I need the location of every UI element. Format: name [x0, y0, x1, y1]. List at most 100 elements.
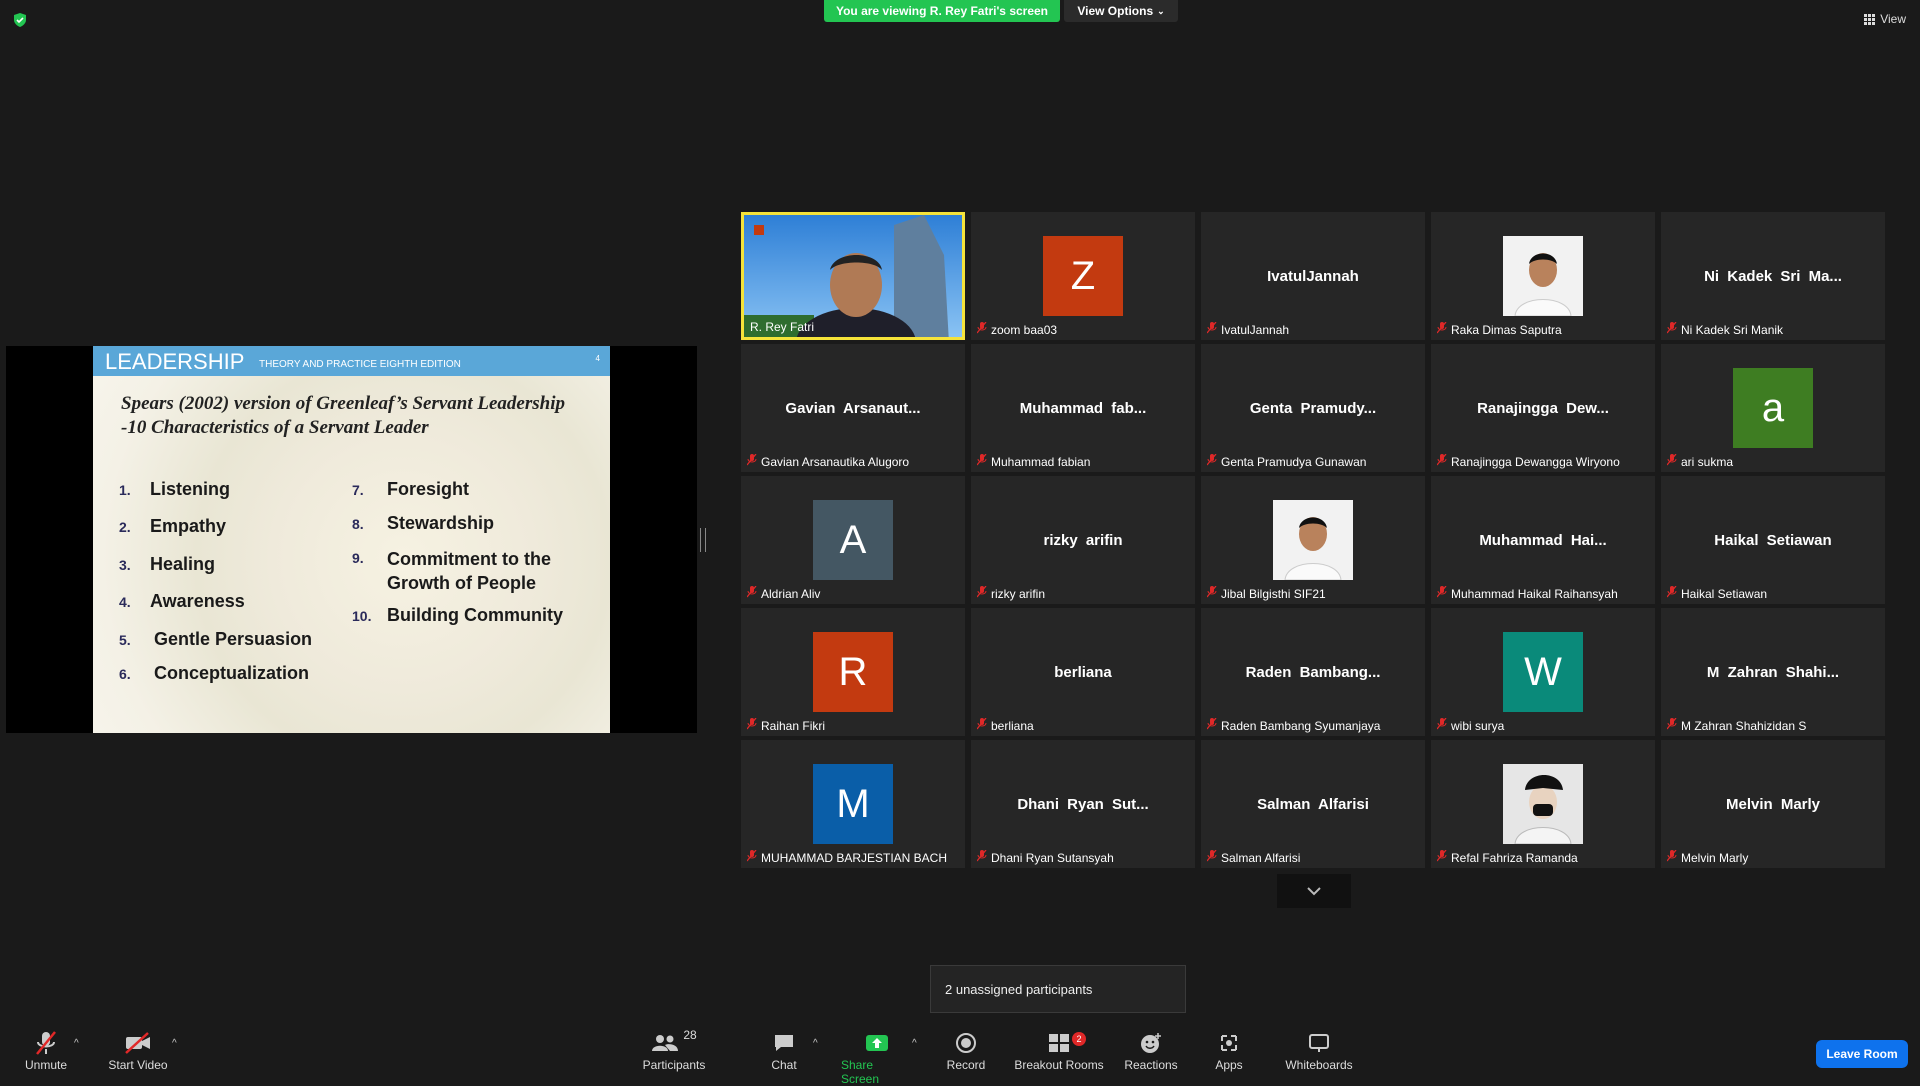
- microphone-muted-icon: [1206, 453, 1217, 469]
- microphone-muted-icon: [976, 849, 987, 865]
- share-screen-icon: [865, 1028, 889, 1058]
- video-options-caret[interactable]: ^: [172, 1038, 177, 1049]
- microphone-muted-icon: [1436, 585, 1447, 601]
- record-button[interactable]: Record: [944, 1028, 988, 1072]
- microphone-muted-icon: [746, 453, 757, 469]
- list-item: Stewardship: [387, 513, 495, 533]
- participant-tile[interactable]: rizky arifin rizky arifin: [971, 476, 1195, 604]
- participant-display-name: Melvin Marly: [1725, 795, 1821, 813]
- participant-tile[interactable]: Melvin Marly Melvin Marly: [1661, 740, 1885, 868]
- split-view-divider[interactable]: [700, 528, 706, 552]
- participant-tile[interactable]: Haikal Setiawan Haikal Setiawan: [1661, 476, 1885, 604]
- chat-label: Chat: [771, 1058, 797, 1072]
- participant-display-name: Ranajingga Dew...: [1477, 399, 1609, 417]
- participant-tile[interactable]: IvatulJannah IvatulJannah: [1201, 212, 1425, 340]
- participant-name-text: Jibal Bilgisthi SIF21: [1221, 586, 1326, 601]
- avatar: A: [813, 500, 893, 580]
- participant-name-text: wibi surya: [1451, 718, 1505, 733]
- participant-name-label: Jibal Bilgisthi SIF21: [1206, 585, 1326, 601]
- participant-tile[interactable]: Raden Bambang... Raden Bambang Syumanjaya: [1201, 608, 1425, 736]
- participant-name-text: Gavian Arsanautika Alugoro: [761, 454, 910, 469]
- audio-options-caret[interactable]: ^: [74, 1038, 79, 1049]
- whiteboards-button[interactable]: Whiteboards: [1284, 1028, 1354, 1072]
- participant-tile[interactable]: berliana berliana: [971, 608, 1195, 736]
- participant-display-name: Genta Pramudy...: [1249, 399, 1377, 417]
- participant-tile[interactable]: Zzoom baa03: [971, 212, 1195, 340]
- unmute-label: Unmute: [24, 1058, 68, 1072]
- participant-display-name: Muhammad fab...: [1019, 399, 1147, 417]
- share-screen-button[interactable]: Share Screen: [841, 1028, 913, 1086]
- participant-display-name: Muhammad Hai...: [1479, 531, 1607, 549]
- start-video-button[interactable]: Start Video: [106, 1028, 170, 1072]
- participant-tile[interactable]: R Raihan Fikri: [741, 608, 965, 736]
- view-options-button[interactable]: View Options ⌄: [1064, 0, 1178, 22]
- participant-tile[interactable]: Refal Fahriza Ramanda: [1431, 740, 1655, 868]
- participant-tile[interactable]: M Zahran Shahi... M Zahran Shahizidan S: [1661, 608, 1885, 736]
- participant-tile[interactable]: Ni Kadek Sri Ma... Ni Kadek Sri Manik: [1661, 212, 1885, 340]
- participant-display-name: Gavian Arsanaut...: [785, 399, 921, 417]
- microphone-muted-icon: [34, 1028, 58, 1058]
- chat-options-caret[interactable]: ^: [813, 1038, 818, 1049]
- participant-tile[interactable]: Dhani Ryan Sut... Dhani Ryan Sutansyah: [971, 740, 1195, 868]
- list-item: Foresight: [387, 479, 470, 499]
- participants-button[interactable]: 28 Participants: [641, 1028, 707, 1072]
- camera-off-icon: [124, 1028, 152, 1058]
- participant-display-name: rizky arifin: [1043, 531, 1123, 549]
- participant-tile[interactable]: Muhammad fab... Muhammad fabian: [971, 344, 1195, 472]
- avatar: R: [813, 632, 893, 712]
- microphone-muted-icon: [1436, 321, 1447, 337]
- participant-display-name: Salman Alfarisi: [1257, 795, 1369, 813]
- security-shield-icon[interactable]: [12, 12, 28, 28]
- list-number: 9.: [352, 550, 364, 566]
- microphone-muted-icon: [1666, 585, 1677, 601]
- avatar: [1503, 236, 1583, 316]
- logo-icon: [754, 225, 764, 235]
- leave-room-button[interactable]: Leave Room: [1816, 1040, 1908, 1068]
- view-button[interactable]: View: [1864, 12, 1906, 26]
- list-number: 2.: [119, 519, 131, 535]
- unmute-button[interactable]: Unmute: [22, 1028, 70, 1072]
- presentation-slide: LEADERSHIP THEORY AND PRACTICE EIGHTH ED…: [93, 346, 610, 733]
- participant-tile[interactable]: Salman Alfarisi Salman Alfarisi: [1201, 740, 1425, 868]
- participant-tile[interactable]: Ranajingga Dew... Ranajingga Dewangga Wir…: [1431, 344, 1655, 472]
- participant-name-label: Ranajingga Dewangga Wiryono: [1436, 453, 1620, 469]
- participant-name-text: ari sukma: [1681, 454, 1734, 469]
- avatar: [1273, 500, 1353, 580]
- participant-tile[interactable]: Muhammad Hai... Muhammad Haikal Raihansya…: [1431, 476, 1655, 604]
- participant-name-label: Raihan Fikri: [746, 717, 825, 733]
- next-page-button[interactable]: [1277, 874, 1351, 908]
- participant-tile[interactable]: M MUHAMMAD BARJESTIAN BACH: [741, 740, 965, 868]
- chevron-down-icon: [1307, 887, 1321, 896]
- participant-tile[interactable]: Genta Pramudy... Genta Pramudya Gunawan: [1201, 344, 1425, 472]
- microphone-muted-icon: [1666, 717, 1677, 733]
- start-video-label: Start Video: [108, 1058, 168, 1072]
- participant-name-text: berliana: [991, 718, 1034, 733]
- participant-tile[interactable]: R. Rey Fatri: [741, 212, 965, 340]
- share-options-caret[interactable]: ^: [912, 1038, 917, 1049]
- participant-tile[interactable]: A Aldrian Aliv: [741, 476, 965, 604]
- microphone-muted-icon: [1436, 717, 1447, 733]
- participant-name-label: Raden Bambang Syumanjaya: [1206, 717, 1380, 733]
- apps-button[interactable]: Apps: [1214, 1028, 1244, 1072]
- participant-name-label: Raka Dimas Saputra: [1436, 321, 1562, 337]
- whiteboards-label: Whiteboards: [1285, 1058, 1353, 1072]
- participants-label: Participants: [642, 1058, 706, 1072]
- microphone-muted-icon: [1436, 849, 1447, 865]
- participant-tile[interactable]: Jibal Bilgisthi SIF21: [1201, 476, 1425, 604]
- participant-name-label: Ni Kadek Sri Manik: [1666, 321, 1783, 337]
- participant-name-label: Genta Pramudya Gunawan: [1206, 453, 1366, 469]
- microphone-muted-icon: [1206, 849, 1217, 865]
- participant-tile[interactable]: Wwibi surya: [1431, 608, 1655, 736]
- reactions-button[interactable]: Reactions: [1124, 1028, 1178, 1072]
- breakout-rooms-label: Breakout Rooms: [1014, 1058, 1104, 1072]
- participant-name-label: rizky arifin: [976, 585, 1045, 601]
- chat-button[interactable]: Chat: [768, 1028, 800, 1072]
- participant-tile[interactable]: a ari sukma: [1661, 344, 1885, 472]
- participant-tile[interactable]: Raka Dimas Saputra: [1431, 212, 1655, 340]
- participant-tile[interactable]: Gavian Arsanaut... Gavian Arsanautika Alu…: [741, 344, 965, 472]
- microphone-muted-icon: [746, 849, 757, 865]
- breakout-rooms-button[interactable]: 2 Breakout Rooms: [1014, 1028, 1104, 1072]
- unassigned-participants-tooltip[interactable]: 2 unassigned participants: [930, 965, 1186, 1013]
- grid-icon: [1864, 13, 1876, 25]
- participant-display-name: berliana: [1054, 663, 1112, 681]
